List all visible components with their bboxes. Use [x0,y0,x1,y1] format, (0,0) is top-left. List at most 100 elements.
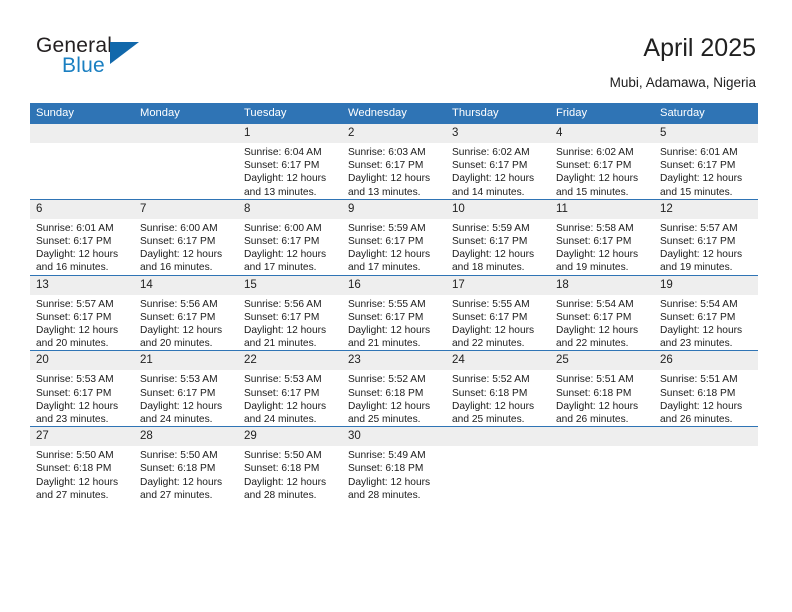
weekday-header-tuesday: Tuesday [238,103,342,124]
calendar-day-cell[interactable]: 27 Sunrise: 5:50 AM Sunset: 6:18 PM Dayligh… [30,426,134,503]
calendar-day-cell[interactable]: 25 Sunrise: 5:51 AM Sunset: 6:18 PM Dayligh… [550,350,654,427]
calendar-day-cell[interactable]: 1 Sunrise: 6:04 AM Sunset: 6:17 PM Daylight… [238,124,342,200]
day-number [30,124,134,143]
daylight-text-line2: and 26 minutes. [556,414,629,426]
calendar-day-cell[interactable]: 23 Sunrise: 5:52 AM Sunset: 6:18 PM Dayligh… [342,350,446,427]
day-number [446,427,550,447]
day-number: 10 [446,199,550,219]
daylight-text-line2: and 26 minutes. [660,414,733,426]
calendar-day-cell[interactable]: 14 Sunrise: 5:56 AM Sunset: 6:17 PM Dayligh… [134,274,238,351]
daylight-text-line1: Daylight: 12 hours [660,173,743,185]
calendar-day-cell[interactable]: 29 Sunrise: 5:50 AM Sunset: 6:18 PM Dayligh… [238,426,342,503]
day-number: 30 [342,427,446,447]
day-number: 5 [654,124,758,143]
day-details: Sunrise: 5:54 AM Sunset: 6:17 PM Daylight:… [550,295,654,351]
sunset-text: Sunset: 6:17 PM [452,160,528,172]
daylight-text-line1: Daylight: 12 hours [244,476,327,488]
day-details: Sunrise: 6:00 AM Sunset: 6:17 PM Daylight:… [238,219,342,275]
sunrise-text: Sunrise: 5:56 AM [140,298,218,310]
calendar-day-cell-empty [654,426,758,503]
day-details: Sunrise: 5:53 AM Sunset: 6:17 PM Daylight:… [238,370,342,426]
day-number: 8 [238,199,342,219]
daylight-text-line2: and 25 minutes. [348,414,421,426]
sunrise-text: Sunrise: 5:52 AM [348,374,426,386]
sunrise-text: Sunrise: 6:01 AM [660,147,738,158]
calendar-day-cell[interactable]: 30 Sunrise: 5:49 AM Sunset: 6:18 PM Dayligh… [342,426,446,503]
daylight-text-line1: Daylight: 12 hours [452,325,535,337]
day-number: 9 [342,199,446,219]
daylight-text-line1: Daylight: 12 hours [140,476,223,488]
calendar-day-cell[interactable]: 5 Sunrise: 6:01 AM Sunset: 6:17 PM Daylight… [654,124,758,200]
day-number: 19 [654,275,758,295]
day-number: 18 [550,275,654,295]
calendar-day-cell[interactable]: 21 Sunrise: 5:53 AM Sunset: 6:17 PM Dayligh… [134,350,238,427]
calendar-day-cell[interactable]: 19 Sunrise: 5:54 AM Sunset: 6:17 PM Dayligh… [654,274,758,351]
calendar-day-cell[interactable]: 9 Sunrise: 5:59 AM Sunset: 6:17 PM Daylight… [342,198,446,276]
day-number: 7 [134,199,238,219]
calendar-day-cell[interactable]: 26 Sunrise: 5:51 AM Sunset: 6:18 PM Dayligh… [654,350,758,427]
daylight-text-line2: and 24 minutes. [140,414,213,426]
day-details: Sunrise: 5:50 AM Sunset: 6:18 PM Daylight:… [30,446,134,502]
sunset-text: Sunset: 6:17 PM [660,160,736,172]
calendar-day-cell[interactable]: 22 Sunrise: 5:53 AM Sunset: 6:17 PM Dayligh… [238,350,342,427]
calendar-day-cell[interactable]: 12 Sunrise: 5:57 AM Sunset: 6:17 PM Dayligh… [654,198,758,276]
calendar-day-cell[interactable]: 6 Sunrise: 6:01 AM Sunset: 6:17 PM Daylight… [30,198,134,276]
day-number [654,427,758,447]
calendar-day-cell[interactable]: 28 Sunrise: 5:50 AM Sunset: 6:18 PM Dayligh… [134,426,238,503]
sunset-text: Sunset: 6:17 PM [140,236,216,248]
daylight-text-line2: and 25 minutes. [452,414,525,426]
sunset-text: Sunset: 6:17 PM [348,311,424,323]
calendar-day-cell[interactable]: 3 Sunrise: 6:02 AM Sunset: 6:17 PM Daylight… [446,124,550,200]
daylight-text-line1: Daylight: 12 hours [348,249,431,261]
daylight-text-line1: Daylight: 12 hours [244,325,327,337]
sunrise-sunset-calendar: Sunday Monday Tuesday Wednesday Thursday… [30,103,758,503]
calendar-header-row: Sunday Monday Tuesday Wednesday Thursday… [30,103,758,124]
calendar-day-cell[interactable]: 13 Sunrise: 5:57 AM Sunset: 6:17 PM Dayligh… [30,274,134,351]
calendar-day-cell[interactable]: 15 Sunrise: 5:56 AM Sunset: 6:17 PM Dayligh… [238,274,342,351]
sunrise-text: Sunrise: 5:51 AM [556,374,634,386]
weekday-header-thursday: Thursday [446,103,550,124]
sunset-text: Sunset: 6:17 PM [140,387,216,399]
sunrise-text: Sunrise: 6:00 AM [244,222,322,234]
weekday-header-saturday: Saturday [654,103,758,124]
day-details: Sunrise: 5:59 AM Sunset: 6:17 PM Daylight:… [342,219,446,275]
calendar-day-cell[interactable]: 17 Sunrise: 5:55 AM Sunset: 6:17 PM Dayligh… [446,274,550,351]
day-details: Sunrise: 5:56 AM Sunset: 6:17 PM Daylight:… [238,295,342,351]
daylight-text-line1: Daylight: 12 hours [244,173,327,185]
daylight-text-line1: Daylight: 12 hours [348,400,431,412]
calendar-day-cell[interactable]: 8 Sunrise: 6:00 AM Sunset: 6:17 PM Daylight… [238,198,342,276]
daylight-text-line2: and 28 minutes. [244,489,317,501]
calendar-day-cell[interactable]: 10 Sunrise: 5:59 AM Sunset: 6:17 PM Dayligh… [446,198,550,276]
daylight-text-line1: Daylight: 12 hours [244,249,327,261]
day-details: Sunrise: 5:54 AM Sunset: 6:17 PM Daylight:… [654,295,758,351]
calendar-day-cell[interactable]: 4 Sunrise: 6:02 AM Sunset: 6:17 PM Daylight… [550,124,654,200]
sunset-text: Sunset: 6:18 PM [556,387,632,399]
day-details: Sunrise: 5:52 AM Sunset: 6:18 PM Daylight:… [446,370,550,426]
daylight-text-line2: and 21 minutes. [348,338,421,350]
calendar-week-row: 6 Sunrise: 6:01 AM Sunset: 6:17 PM Daylight… [30,198,758,276]
day-number: 29 [238,427,342,447]
sunrise-text: Sunrise: 6:04 AM [244,147,322,158]
calendar-day-cell[interactable]: 2 Sunrise: 6:03 AM Sunset: 6:17 PM Daylight… [342,124,446,200]
sunset-text: Sunset: 6:18 PM [140,463,216,475]
calendar-week-row: 27 Sunrise: 5:50 AM Sunset: 6:18 PM Dayligh… [30,426,758,503]
calendar-day-cell[interactable]: 18 Sunrise: 5:54 AM Sunset: 6:17 PM Dayligh… [550,274,654,351]
calendar-day-cell[interactable]: 20 Sunrise: 5:53 AM Sunset: 6:17 PM Dayligh… [30,350,134,427]
calendar-day-cell[interactable]: 7 Sunrise: 6:00 AM Sunset: 6:17 PM Daylight… [134,198,238,276]
sunset-text: Sunset: 6:17 PM [36,236,112,248]
day-details: Sunrise: 6:00 AM Sunset: 6:17 PM Daylight:… [134,219,238,275]
daylight-text-line2: and 23 minutes. [36,414,109,426]
day-details: Sunrise: 5:55 AM Sunset: 6:17 PM Daylight:… [342,295,446,351]
day-number: 15 [238,275,342,295]
calendar-day-cell-empty [134,124,238,200]
sunset-text: Sunset: 6:17 PM [244,387,320,399]
calendar-day-cell[interactable]: 11 Sunrise: 5:58 AM Sunset: 6:17 PM Dayligh… [550,198,654,276]
calendar-day-cell[interactable]: 16 Sunrise: 5:55 AM Sunset: 6:17 PM Dayligh… [342,274,446,351]
sunset-text: Sunset: 6:17 PM [556,311,632,323]
general-blue-logo: General Blue [36,34,216,86]
calendar-day-cell-empty [446,426,550,503]
daylight-text-line2: and 15 minutes. [556,186,629,198]
daylight-text-line2: and 17 minutes. [348,262,421,274]
sunset-text: Sunset: 6:18 PM [244,463,320,475]
calendar-day-cell[interactable]: 24 Sunrise: 5:52 AM Sunset: 6:18 PM Dayligh… [446,350,550,427]
